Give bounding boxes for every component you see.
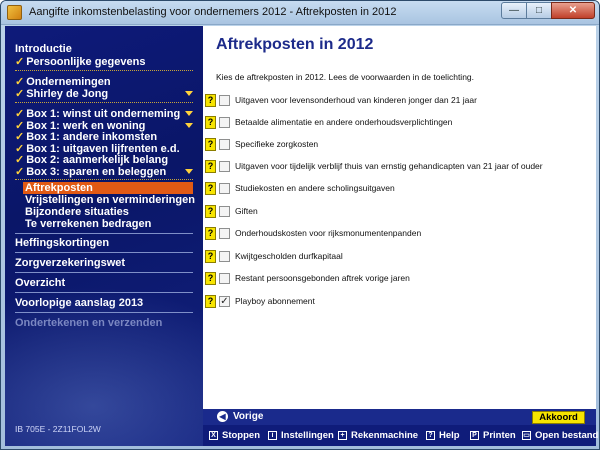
item-label[interactable]: Restant persoonsgebonden aftrek vorige j… xyxy=(235,273,410,283)
sidebar-divider xyxy=(15,312,193,313)
calculator-icon: + xyxy=(338,431,347,440)
maximize-button[interactable]: □ xyxy=(526,2,552,19)
sidebar-item-overzicht[interactable]: Overzicht xyxy=(15,277,65,289)
help-icon[interactable]: ? xyxy=(205,182,216,195)
help-icon[interactable]: ? xyxy=(205,272,216,285)
open-file-label: Open bestand xyxy=(535,430,599,441)
previous-button[interactable]: ◀ Vorige xyxy=(217,411,263,422)
app-icon xyxy=(7,5,22,20)
item-label[interactable]: Uitgaven voor levensonderhoud van kinder… xyxy=(235,95,477,105)
check-icon: ✓ xyxy=(15,88,25,100)
help-icon: ? xyxy=(426,431,435,440)
title-bar: Aangifte inkomstenbelasting voor onderne… xyxy=(1,1,599,25)
client-area: Introductie ✓ Persoonlijke gegevens ✓ Onde… xyxy=(5,26,598,446)
sidebar-item-verrekenen[interactable]: Te verrekenen bedragen xyxy=(25,218,151,230)
checkbox[interactable] xyxy=(219,139,230,150)
item-label[interactable]: Onderhoudskosten voor rijksmonumentenpan… xyxy=(235,228,421,238)
chevron-down-icon[interactable] xyxy=(185,111,193,116)
sidebar-divider xyxy=(15,272,193,273)
help-icon[interactable]: ? xyxy=(205,138,216,151)
help-icon[interactable]: ? xyxy=(205,295,216,308)
sidebar-item-bijzondere[interactable]: Bijzondere situaties xyxy=(25,206,129,218)
intro-text: Kies de aftrekposten in 2012. Lees de vo… xyxy=(216,72,475,82)
sidebar-item-label: Persoonlijke gegevens xyxy=(26,56,146,68)
print-button[interactable]: P Printen xyxy=(470,430,516,441)
item-label[interactable]: Studiekosten en andere scholingsuitgaven xyxy=(235,183,395,193)
info-icon: i xyxy=(268,431,277,440)
calculator-label: Rekenmachine xyxy=(351,430,419,441)
close-button[interactable]: ✕ xyxy=(551,2,595,19)
sidebar-item-voorlopige[interactable]: Voorlopige aanslag 2013 xyxy=(15,297,143,309)
sidebar-item-box3[interactable]: ✓ Box 3: sparen en beleggen xyxy=(15,165,166,178)
help-icon[interactable]: ? xyxy=(205,250,216,263)
previous-label: Vorige xyxy=(233,411,264,422)
sidebar-item-person[interactable]: ✓ Shirley de Jong xyxy=(15,87,108,100)
stop-label: Stoppen xyxy=(222,430,260,441)
checkbox[interactable] xyxy=(219,228,230,239)
item-label[interactable]: Uitgaven voor tijdelijk verblijf thuis v… xyxy=(235,161,543,171)
help-icon[interactable]: ? xyxy=(205,227,216,240)
sidebar-item-aftrekposten[interactable]: Aftrekposten xyxy=(25,182,93,194)
item-label[interactable]: Giften xyxy=(235,206,258,216)
checkbox[interactable] xyxy=(219,206,230,217)
printer-icon: P xyxy=(470,431,479,440)
sidebar-divider xyxy=(15,179,193,180)
item-label[interactable]: Kwijtgescholden durfkapitaal xyxy=(235,251,343,261)
sidebar-item-vrijstellingen[interactable]: Vrijstellingen en verminderingen xyxy=(25,194,195,206)
settings-button[interactable]: i Instellingen xyxy=(268,430,334,441)
sidebar-item-heffingskortingen[interactable]: Heffingskortingen xyxy=(15,237,109,249)
sidebar-divider xyxy=(15,292,193,293)
chevron-down-icon[interactable] xyxy=(185,91,193,96)
sidebar-item-ondertekenen: Ondertekenen en verzenden xyxy=(15,317,163,329)
open-file-button[interactable]: ▭ Open bestand xyxy=(522,430,598,441)
help-icon[interactable]: ? xyxy=(205,160,216,173)
window-title: Aangifte inkomstenbelasting voor onderne… xyxy=(29,6,397,18)
stop-icon: X xyxy=(209,431,218,440)
form-code: IB 705E - 2Z11FOL2W xyxy=(15,424,101,434)
bottom-toolbar: X Stoppen i Instellingen + Rekenmachine ? He… xyxy=(203,425,598,446)
check-icon: ✓ xyxy=(15,166,25,178)
checkbox[interactable] xyxy=(219,251,230,262)
sidebar-item-label: Shirley de Jong xyxy=(26,88,109,100)
sidebar-item-zorgverzekeringswet[interactable]: Zorgverzekeringswet xyxy=(15,257,125,269)
checkbox[interactable] xyxy=(219,273,230,284)
sidebar-divider xyxy=(15,102,193,103)
arrow-left-icon: ◀ xyxy=(217,411,228,422)
help-icon[interactable]: ? xyxy=(205,116,216,129)
folder-icon: ▭ xyxy=(522,431,531,440)
sidebar-item-label: Box 3: sparen en beleggen xyxy=(26,166,167,178)
sidebar: Introductie ✓ Persoonlijke gegevens ✓ Onde… xyxy=(5,26,203,446)
sidebar-item-intro[interactable]: Introductie xyxy=(15,43,72,55)
item-label[interactable]: Betaalde alimentatie en andere onderhoud… xyxy=(235,117,452,127)
sidebar-divider xyxy=(15,233,193,234)
minimize-button[interactable]: — xyxy=(501,2,527,19)
main-panel: Aftrekposten in 2012 Kies de aftrekposte… xyxy=(203,26,596,404)
ok-button[interactable]: Akkoord xyxy=(532,411,585,424)
check-icon: ✓ xyxy=(15,56,25,68)
calculator-button[interactable]: + Rekenmachine xyxy=(338,430,418,441)
sidebar-divider xyxy=(15,252,193,253)
chevron-down-icon[interactable] xyxy=(185,169,193,174)
help-button[interactable]: ? Help xyxy=(426,430,460,441)
sidebar-item-personal[interactable]: ✓ Persoonlijke gegevens xyxy=(15,55,145,68)
sidebar-divider xyxy=(15,70,193,71)
item-label[interactable]: Playboy abonnement xyxy=(235,296,315,306)
window-controls: — □ ✕ xyxy=(501,2,595,19)
help-label: Help xyxy=(439,430,460,441)
stop-button[interactable]: X Stoppen xyxy=(209,430,260,441)
settings-label: Instellingen xyxy=(281,430,334,441)
checkbox[interactable] xyxy=(219,117,230,128)
page-title: Aftrekposten in 2012 xyxy=(216,36,374,53)
checkbox[interactable] xyxy=(219,183,230,194)
item-label[interactable]: Specifieke zorgkosten xyxy=(235,139,318,149)
help-icon[interactable]: ? xyxy=(205,94,216,107)
print-label: Printen xyxy=(483,430,516,441)
app-window: Aangifte inkomstenbelasting voor onderne… xyxy=(0,0,600,450)
checkbox[interactable]: ✓ xyxy=(219,296,230,307)
checkbox[interactable] xyxy=(219,95,230,106)
checkbox[interactable] xyxy=(219,161,230,172)
chevron-down-icon[interactable] xyxy=(185,123,193,128)
navigation-bar: ◀ Vorige Akkoord xyxy=(203,409,596,425)
help-icon[interactable]: ? xyxy=(205,205,216,218)
